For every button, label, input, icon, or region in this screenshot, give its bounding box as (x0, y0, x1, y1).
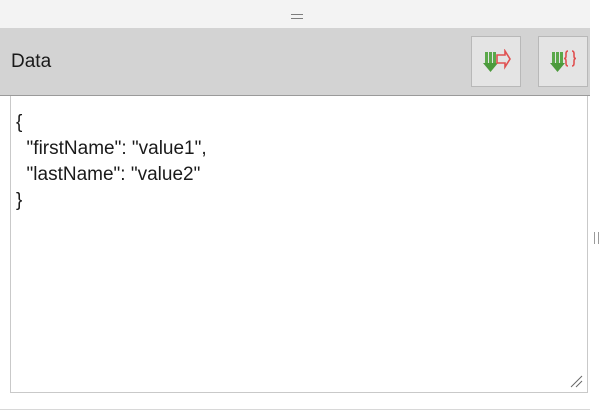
import-button[interactable] (538, 36, 588, 87)
right-splitter-grip-icon[interactable] (594, 232, 599, 244)
resize-grip-icon[interactable] (569, 374, 583, 388)
json-editor[interactable]: { "firstName": "value1", "lastName": "va… (11, 96, 587, 392)
import-braces-icon (550, 50, 577, 72)
top-splitter[interactable] (0, 0, 590, 28)
export-button[interactable] (471, 36, 521, 87)
json-editor-container: { "firstName": "value1", "lastName": "va… (10, 96, 588, 393)
panel-title: Data (11, 51, 52, 72)
data-panel-window: Data { "firstName": "value1", "lastName"… (0, 0, 601, 419)
splitter-grip-icon[interactable] (291, 14, 303, 19)
export-arrow-icon (483, 49, 511, 72)
bottom-edge (0, 409, 590, 419)
panel-header: Data (0, 28, 590, 96)
